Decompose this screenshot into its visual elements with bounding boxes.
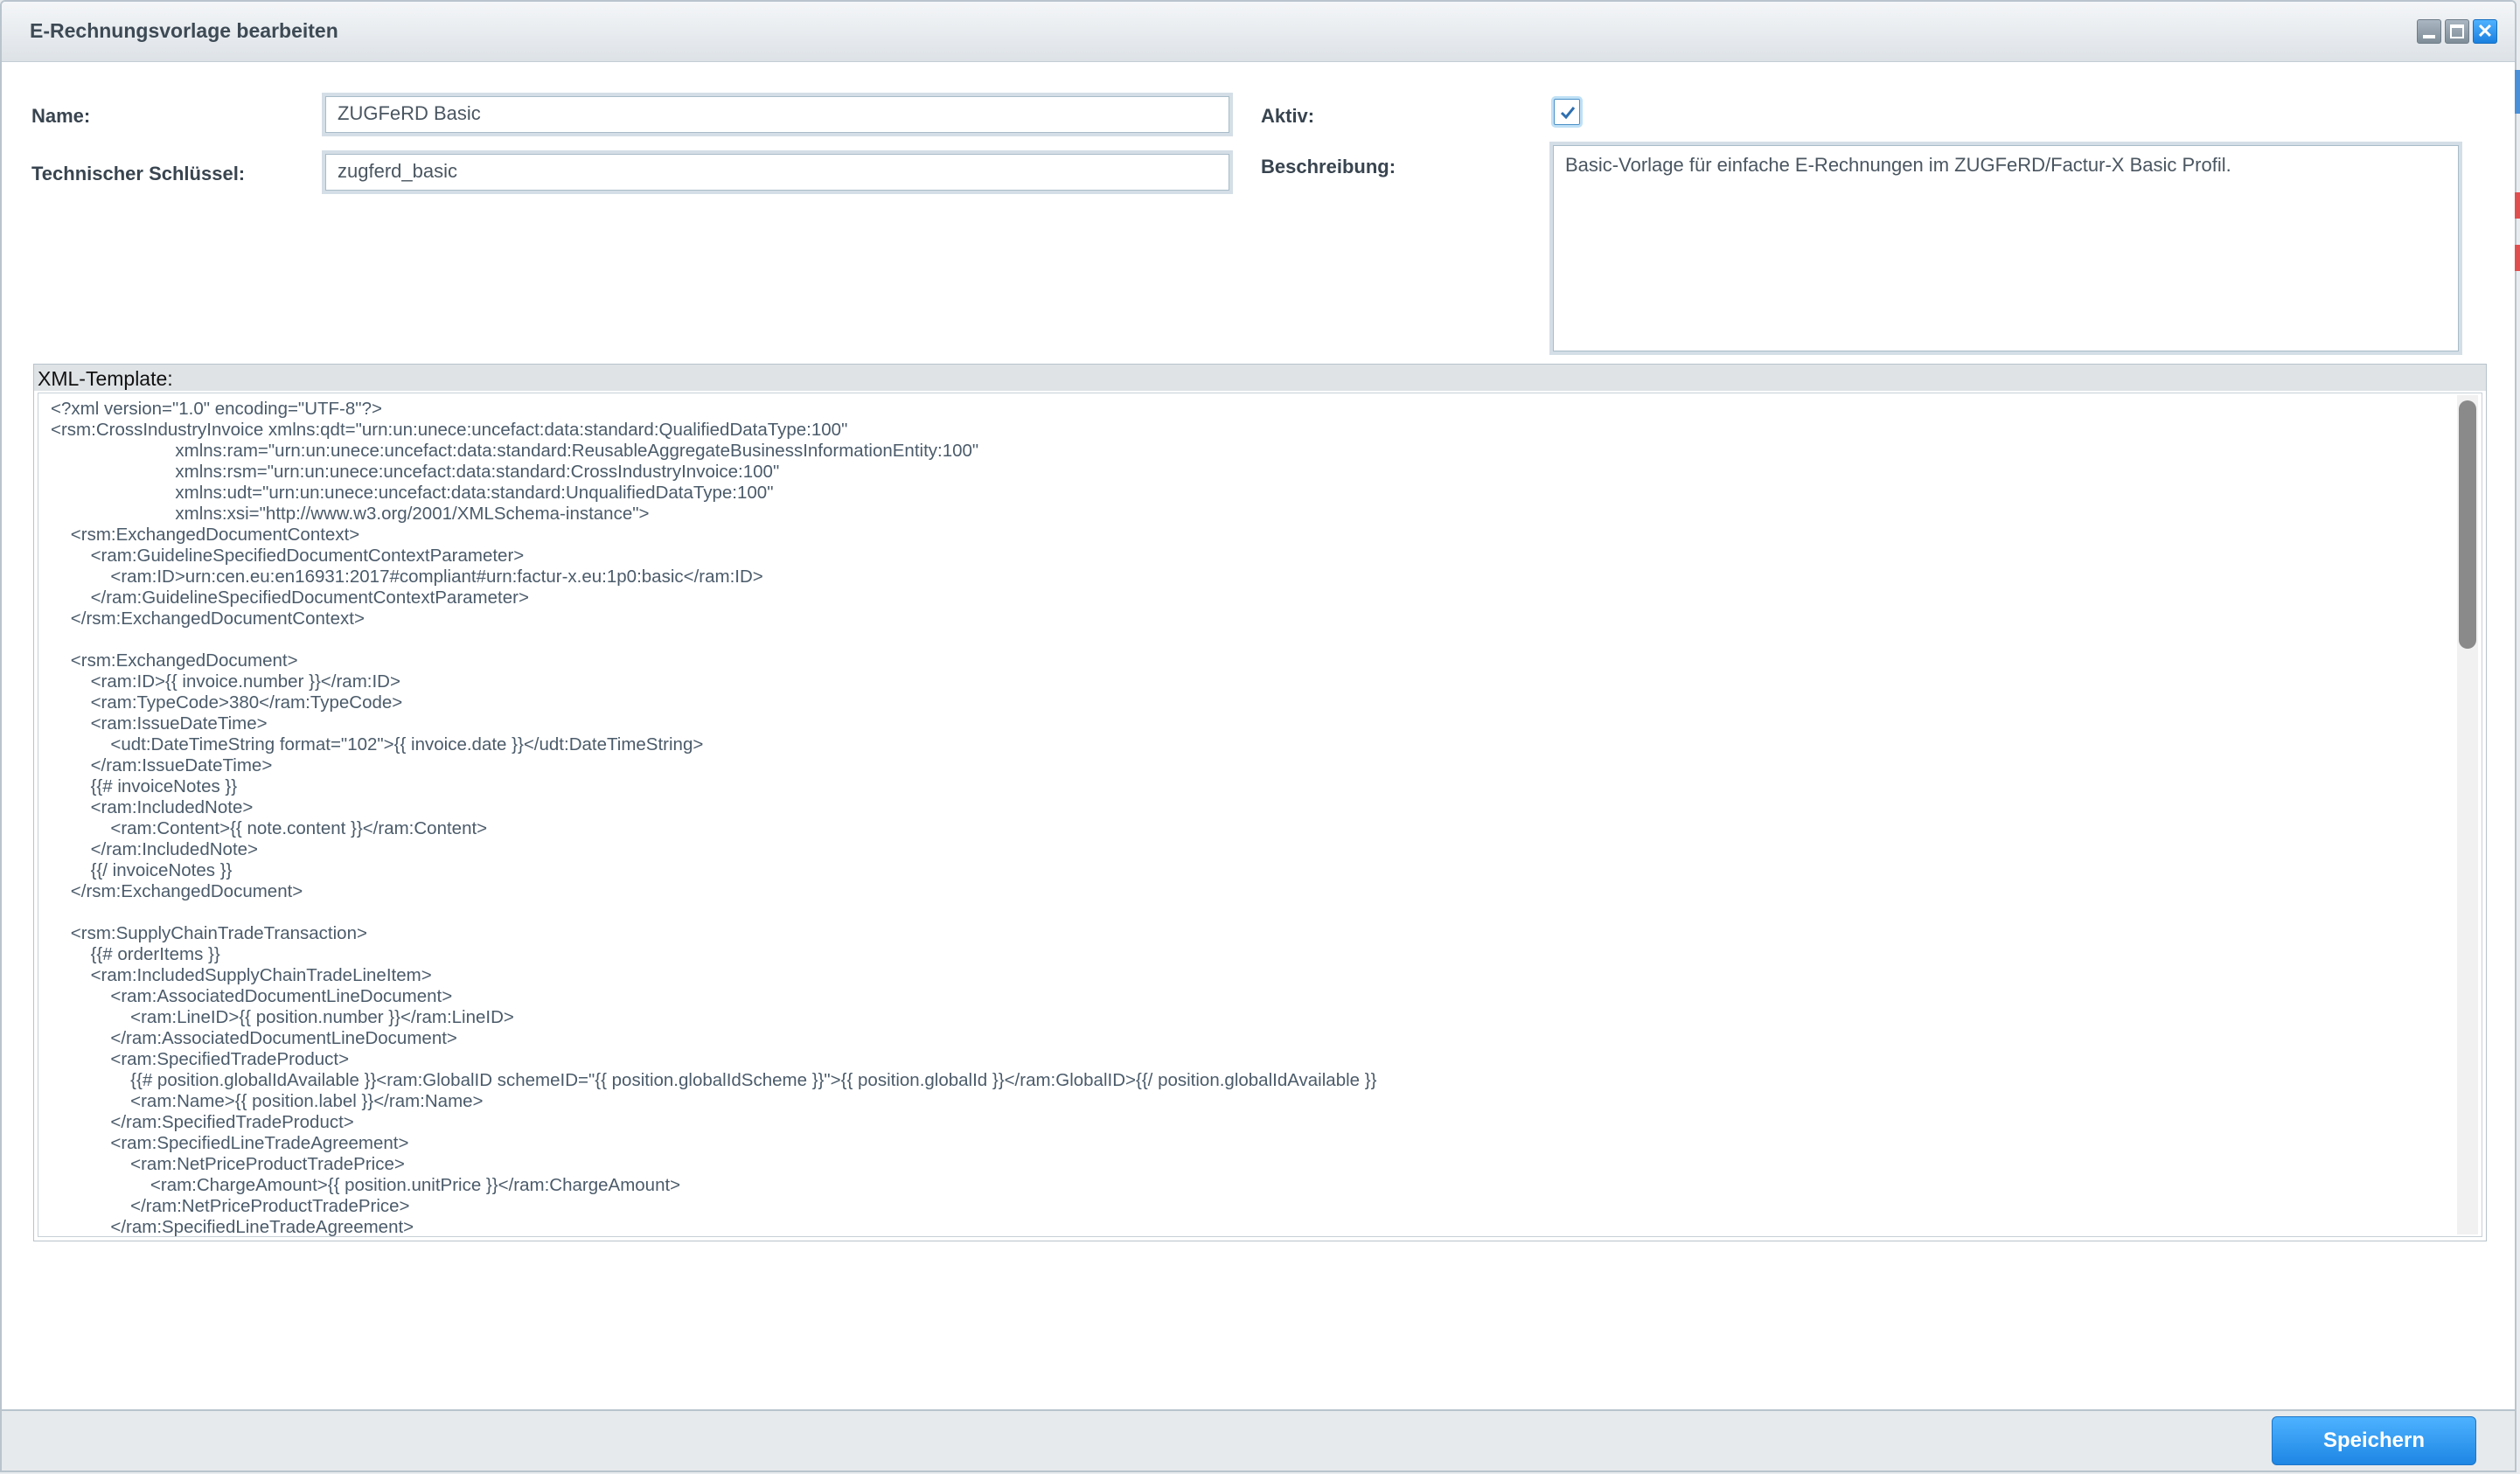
description-textarea[interactable]: Basic-Vorlage für einfache E-Rechnungen … <box>1549 142 2462 355</box>
checkmark-icon <box>1560 107 1576 120</box>
window-controls: ✕ <box>2417 19 2497 44</box>
save-button[interactable]: Speichern <box>2272 1416 2476 1465</box>
name-label: Name: <box>31 105 91 127</box>
active-label: Aktiv: <box>1261 105 1315 127</box>
technical-key-label: Technischer Schlüssel: <box>31 163 246 184</box>
maximize-button[interactable] <box>2445 19 2469 44</box>
description-label: Beschreibung: <box>1261 156 1396 177</box>
minimize-button[interactable] <box>2417 19 2441 44</box>
xml-scrollbar-thumb[interactable] <box>2459 400 2476 649</box>
title-bar[interactable]: E-Rechnungsvorlage bearbeiten ✕ <box>2 2 2515 62</box>
minimize-icon <box>2423 35 2435 38</box>
technical-key-input[interactable]: zugferd_basic <box>322 150 1233 194</box>
xml-scrollbar[interactable] <box>2457 395 2478 1234</box>
xml-template-code[interactable]: <?xml version="1.0" encoding="UTF-8"?> <… <box>51 399 1376 1236</box>
xml-template-section: XML-Template: <?xml version="1.0" encodi… <box>33 364 2487 1241</box>
xml-template-editor[interactable]: <?xml version="1.0" encoding="UTF-8"?> <… <box>38 393 2482 1237</box>
dialog-window: E-Rechnungsvorlage bearbeiten ✕ Name: ZU… <box>0 0 2517 1472</box>
close-icon: ✕ <box>2476 20 2494 42</box>
maximize-icon <box>2450 24 2464 38</box>
active-checkbox[interactable] <box>1551 96 1583 128</box>
edge-markers <box>2515 61 2520 289</box>
dialog-title: E-Rechnungsvorlage bearbeiten <box>30 19 338 42</box>
xml-template-label: XML-Template: <box>34 365 2486 391</box>
name-input[interactable]: ZUGFeRD Basic <box>322 93 1233 136</box>
close-button[interactable]: ✕ <box>2473 19 2497 44</box>
dialog-footer: Speichern <box>2 1409 2515 1471</box>
